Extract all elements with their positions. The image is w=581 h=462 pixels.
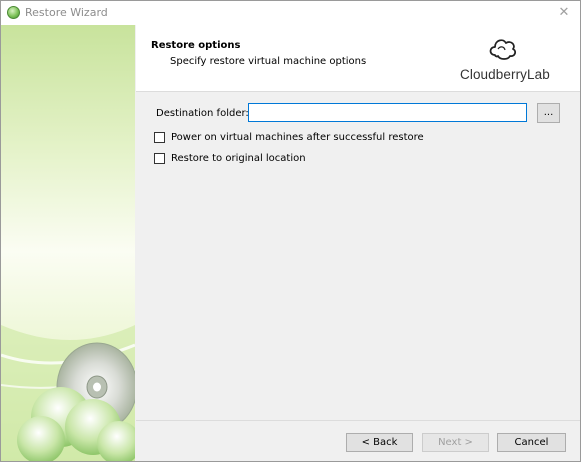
destination-folder-input[interactable]	[248, 103, 527, 122]
wizard-side-banner	[1, 25, 135, 461]
cloud-icon	[489, 39, 517, 60]
browse-button[interactable]: ...	[537, 103, 560, 123]
power-on-option[interactable]: Power on virtual machines after successf…	[154, 130, 424, 144]
next-button[interactable]: Next >	[422, 433, 489, 452]
window-title: Restore Wizard	[25, 6, 108, 19]
restore-original-location-option[interactable]: Restore to original location	[154, 151, 306, 165]
page-subtitle: Specify restore virtual machine options	[170, 56, 367, 67]
power-on-checkbox[interactable]	[154, 131, 165, 143]
logo-text: CloudberryLab	[460, 67, 550, 82]
back-button[interactable]: < Back	[346, 433, 413, 452]
power-on-label[interactable]: Power on virtual machines after successf…	[171, 132, 424, 143]
destination-folder-label: Destination folder:	[156, 108, 249, 119]
cloudberry-logo: CloudberryLab	[456, 31, 560, 85]
restore-original-location-checkbox[interactable]	[154, 152, 165, 164]
page-title: Restore options	[151, 40, 241, 51]
title-bar[interactable]: Restore Wizard ✕	[1, 1, 580, 25]
disc-illustration	[1, 325, 135, 461]
wizard-header: Restore options Specify restore virtual …	[136, 25, 580, 92]
restore-options-panel: Destination folder: ... Power on virtual…	[136, 92, 580, 418]
restore-wizard-icon	[7, 6, 20, 19]
close-icon: ✕	[558, 5, 570, 20]
cancel-button[interactable]: Cancel	[497, 433, 566, 452]
restore-original-location-label[interactable]: Restore to original location	[171, 153, 306, 164]
restore-wizard-window: Restore Wizard ✕ Restore options Specify…	[0, 0, 581, 462]
footer-divider	[136, 420, 580, 421]
close-button[interactable]: ✕	[552, 3, 576, 23]
